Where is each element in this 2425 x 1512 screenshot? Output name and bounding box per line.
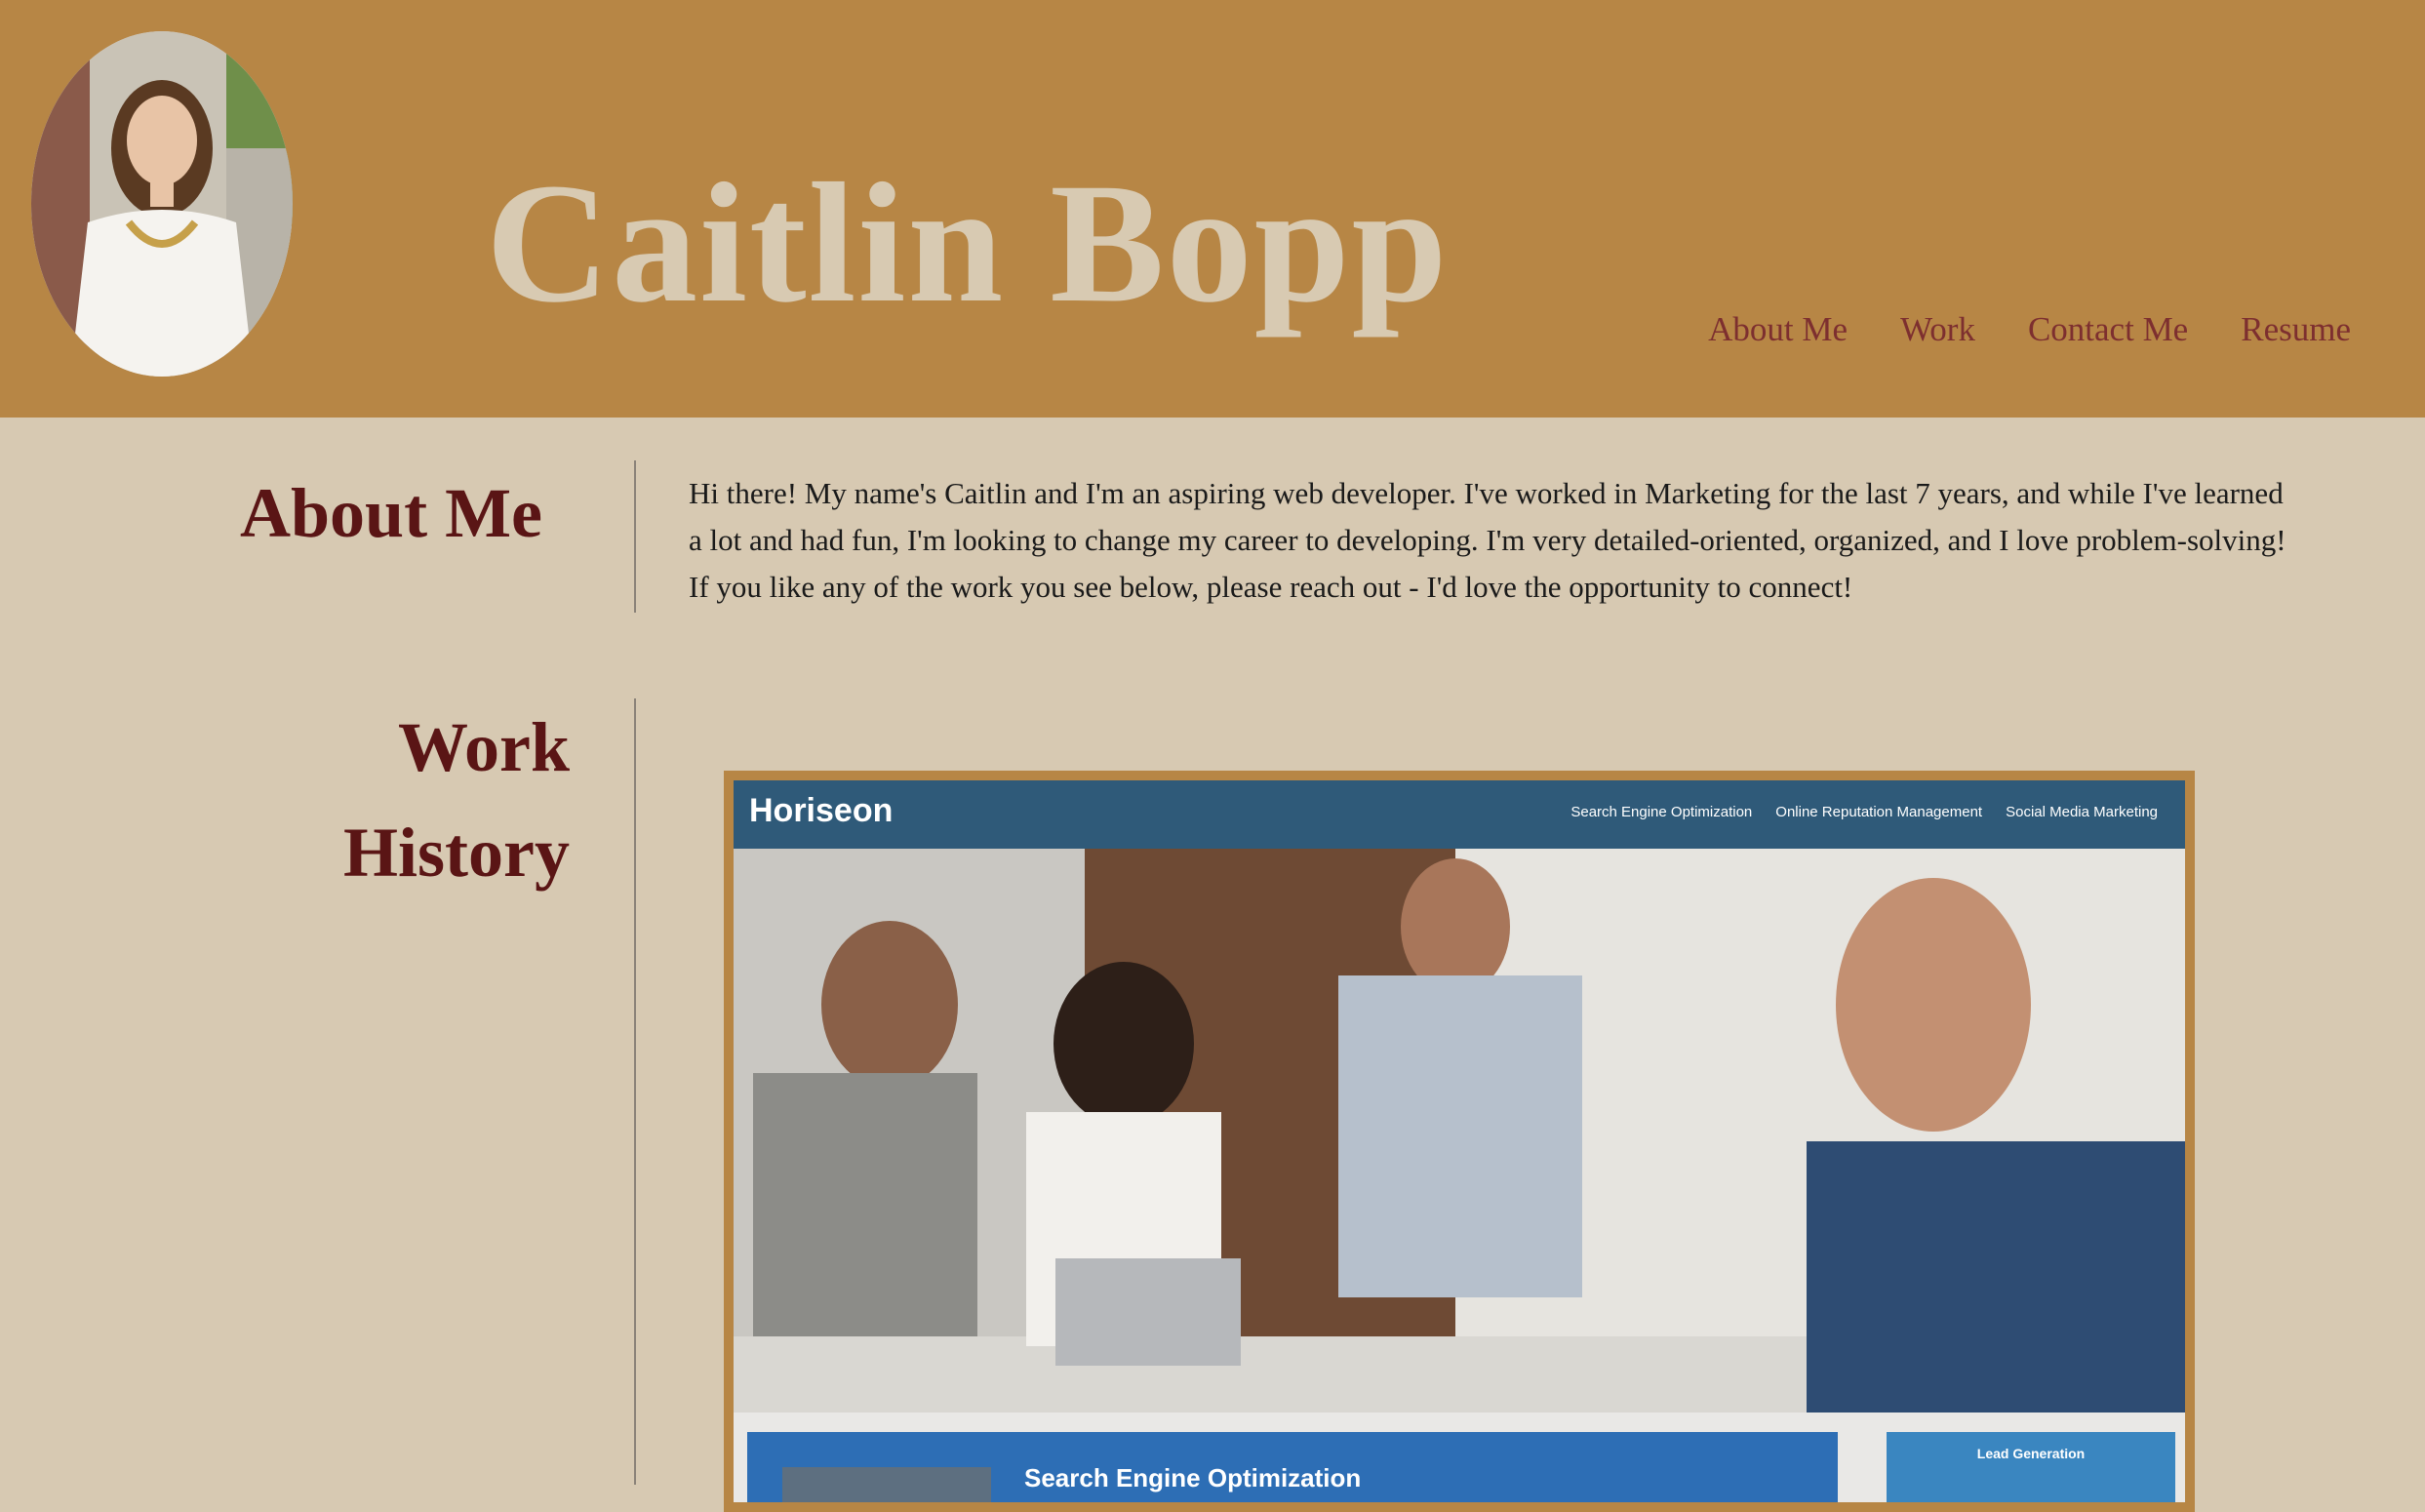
project-screenshot-card[interactable]: Horiseon Search Engine Optimization Onli…: [724, 771, 2195, 1512]
project-nav-item: Social Media Marketing: [2006, 804, 2158, 820]
project-preview: Horiseon Search Engine Optimization Onli…: [734, 780, 2185, 1502]
work-heading-line2: History: [343, 814, 570, 892]
profile-photo: [31, 31, 293, 377]
nav-about-me[interactable]: About Me: [1708, 310, 1848, 349]
site-header: Caitlin Bopp About Me Work Contact Me Re…: [0, 0, 2425, 418]
seo-label: Search Engine Optimization: [1024, 1463, 1362, 1492]
project-nav: Search Engine Optimization Online Reputa…: [1570, 804, 2158, 820]
main-nav: About Me Work Contact Me Resume: [1708, 310, 2351, 349]
about-divider: [634, 460, 636, 613]
about-heading: About Me: [240, 474, 542, 552]
work-heading-line1: Work: [397, 708, 570, 786]
lead-generation-box: Lead Generation: [1887, 1432, 2175, 1502]
project-header: Horiseon Search Engine Optimization Onli…: [734, 780, 2185, 849]
project-nav-item: Search Engine Optimization: [1570, 804, 1753, 820]
project-brand: Horiseon: [749, 792, 894, 829]
site-title: Caitlin Bopp: [486, 148, 1450, 338]
work-heading: Work History: [146, 695, 570, 905]
nav-resume[interactable]: Resume: [2241, 310, 2351, 349]
seo-thumbnail: [782, 1467, 991, 1502]
about-text: Hi there! My name's Caitlin and I'm an a…: [689, 476, 2286, 604]
seo-section-bar: Search Engine Optimization: [747, 1432, 1838, 1502]
work-divider: [634, 698, 636, 1485]
nav-work[interactable]: Work: [1900, 310, 1975, 349]
nav-contact-me[interactable]: Contact Me: [2028, 310, 2188, 349]
project-hero-image: [734, 849, 2185, 1413]
project-nav-item: Online Reputation Management: [1775, 804, 1983, 820]
lead-generation-label: Lead Generation: [1976, 1446, 2086, 1461]
